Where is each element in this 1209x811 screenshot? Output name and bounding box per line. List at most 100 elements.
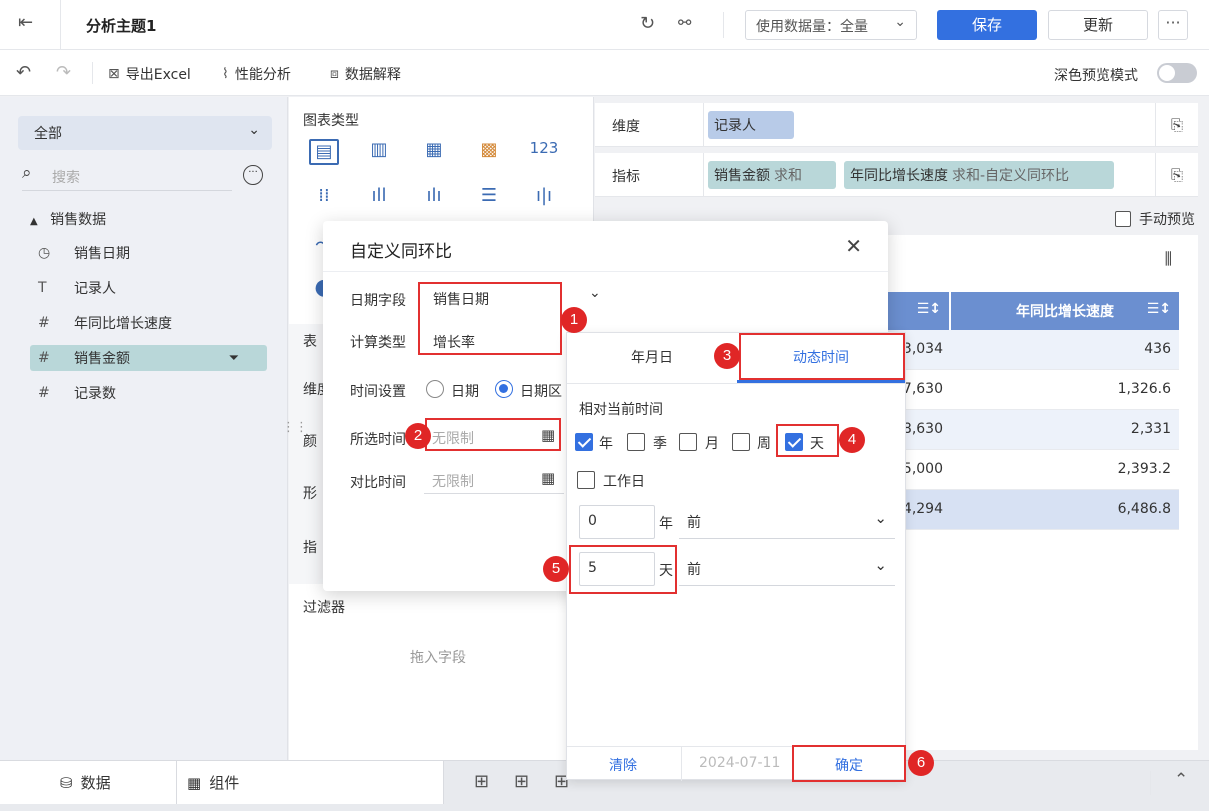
annotation-badge: 4 [839, 427, 865, 453]
metric-shelf[interactable]: 指标 销售金额 求和 年同比增长速度 求和-自定义同环比 ⎘ [595, 153, 1198, 197]
checkbox-year[interactable] [575, 433, 593, 451]
calc-type-label: 计算类型 [350, 335, 406, 351]
metric-pill-sub: 求和 [774, 168, 802, 184]
annotation-box [425, 418, 561, 451]
shelf-settings-icon[interactable]: ⎘ [1155, 153, 1198, 197]
number-icon: # [38, 315, 50, 331]
tab-data[interactable]: ⛁ 数据 [0, 761, 176, 804]
divider [60, 0, 61, 50]
field-item[interactable]: # 年同比增长速度 [30, 310, 172, 336]
annotation-box [776, 424, 839, 457]
selected-time-label: 所选时间 [350, 432, 406, 448]
divider [703, 103, 704, 147]
table-cell: 6,486.8 [951, 490, 1179, 530]
checkbox-year-label: 年 [599, 436, 613, 452]
field-item[interactable]: # 记录数 [30, 380, 116, 406]
chevron-down-icon[interactable]: ⌄ [589, 285, 601, 301]
compare-time-label: 对比时间 [350, 475, 406, 491]
field-item[interactable]: ◷ 销售日期 [30, 240, 130, 266]
data-amount-label: 使用数据量：全量 [756, 19, 868, 35]
dark-mode-toggle[interactable] [1157, 63, 1197, 83]
shelf-settings-icon[interactable]: ⎘ [1155, 103, 1198, 147]
scatter-icon[interactable]: ⁞⁞ [309, 185, 339, 211]
add-table-icon[interactable]: ⊞ [474, 771, 489, 792]
compare-time-input[interactable]: 无限制 [432, 471, 474, 491]
table-cell: 2,393.2 [951, 450, 1179, 490]
combo-chart-icon[interactable]: ı|ı [529, 185, 559, 211]
data-amount-select[interactable]: 使用数据量：全量 ⌄ [745, 10, 917, 40]
stacked-bar-icon[interactable]: ılı [419, 185, 449, 211]
more-button[interactable]: ··· [1158, 10, 1188, 40]
exit-icon[interactable]: ⇤ [18, 12, 42, 36]
table-chart-icon[interactable]: ▤ [309, 139, 339, 165]
metric-pill[interactable]: 销售金额 求和 [708, 161, 836, 189]
dimension-shelf[interactable]: 维度 记录人 ⎘ [595, 103, 1198, 147]
radio-range[interactable] [495, 380, 513, 398]
day-direction-select[interactable]: 前 ⌄ [679, 552, 895, 586]
close-icon[interactable]: ✕ [845, 234, 862, 258]
table-cell: 1,326.6 [951, 370, 1179, 410]
calendar-icon[interactable]: ▦ [541, 469, 555, 487]
more-options-icon[interactable]: ··· [243, 165, 263, 185]
workday-label: 工作日 [603, 474, 645, 490]
dimension-shelf-label: 维度 [612, 119, 640, 135]
resize-handle[interactable]: ⋮⋮ [282, 420, 308, 435]
update-button[interactable]: 更新 [1048, 10, 1148, 40]
radio-date[interactable] [426, 380, 444, 398]
year-offset-input[interactable]: 0 [579, 505, 655, 539]
bar-chart-icon[interactable]: ıll [364, 185, 394, 211]
refresh-icon[interactable]: ↻ [640, 13, 655, 34]
scope-select[interactable]: 全部 ⌄ [18, 116, 272, 150]
chart-type-title: 图表类型 [303, 113, 359, 129]
grouped-table-icon[interactable]: ▥ [364, 139, 394, 165]
export-excel-button[interactable]: ⊠ 导出Excel [108, 64, 191, 84]
chart-explain-icon: ⧈ [330, 66, 339, 82]
detail-table-icon[interactable]: ▦ [419, 139, 449, 165]
kpi-icon[interactable]: 123 [529, 139, 559, 165]
explain-button[interactable]: ⧈ 数据解释 [330, 64, 401, 84]
metric-pill-label: 年同比增长速度 [850, 168, 948, 184]
tab-component-label: 组件 [209, 774, 240, 792]
performance-button[interactable]: ⌇ 性能分析 [222, 64, 291, 84]
filter-icon[interactable]: ⏷ [229, 351, 239, 366]
year-direction-select[interactable]: 前 ⌄ [679, 505, 895, 539]
collapse-up-icon[interactable]: ⌃ [1174, 770, 1188, 790]
clear-button[interactable]: 清除 [609, 755, 637, 775]
tab-data-label: 数据 [80, 774, 111, 792]
checkbox-workday[interactable] [577, 471, 595, 489]
divider [567, 383, 905, 384]
tab-ymd[interactable]: 年月日 [567, 333, 737, 383]
relation-icon[interactable]: ⚯ [678, 13, 691, 32]
undo-icon[interactable]: ↶ [16, 62, 31, 83]
divider [92, 62, 93, 84]
chevron-down-icon: ⌄ [248, 122, 260, 138]
redo-icon[interactable]: ↷ [56, 62, 71, 83]
save-button[interactable]: 保存 [937, 10, 1037, 40]
checkbox-week[interactable] [732, 433, 750, 451]
treemap-icon[interactable]: ▩ [474, 139, 504, 165]
export-excel-label: 导出Excel [125, 67, 191, 83]
sort-icon[interactable]: ☰↕ [917, 301, 941, 317]
search-input[interactable]: ⌕ 搜索 [22, 163, 232, 191]
horizontal-bar-icon[interactable]: ☰ [474, 185, 504, 211]
sort-icon[interactable]: ☰↕ [1147, 301, 1171, 317]
field-item[interactable]: T 记录人 [30, 275, 116, 301]
dimension-pill[interactable]: 记录人 [708, 111, 794, 139]
table-header-label: 年同比增长速度 [1016, 304, 1114, 320]
checkbox-quarter[interactable] [627, 433, 645, 451]
tab-component[interactable]: ▦ 组件 [176, 761, 444, 804]
field-item-active[interactable]: # 销售金额 ⏷ [30, 345, 267, 371]
tree-group[interactable]: ▲ 销售数据 [30, 209, 106, 229]
metric-pill-sub: 求和-自定义同环比 [952, 168, 1070, 184]
column-settings-icon[interactable]: ⫼ [1165, 249, 1172, 269]
add-chart-icon[interactable]: ⊞ [514, 771, 529, 792]
table-header-cell[interactable]: 年同比增长速度 ☰↕ [951, 292, 1179, 330]
manual-preview-checkbox[interactable]: 手动预览 [1115, 209, 1195, 229]
metric-pill[interactable]: 年同比增长速度 求和-自定义同环比 [844, 161, 1114, 189]
annotation-box [569, 545, 677, 594]
filter-drop-zone[interactable]: 拖入字段 [410, 647, 466, 667]
current-date-display: 2024-07-11 [699, 755, 781, 771]
divider [323, 271, 888, 272]
table-cell: 436 [951, 330, 1179, 370]
checkbox-month[interactable] [679, 433, 697, 451]
